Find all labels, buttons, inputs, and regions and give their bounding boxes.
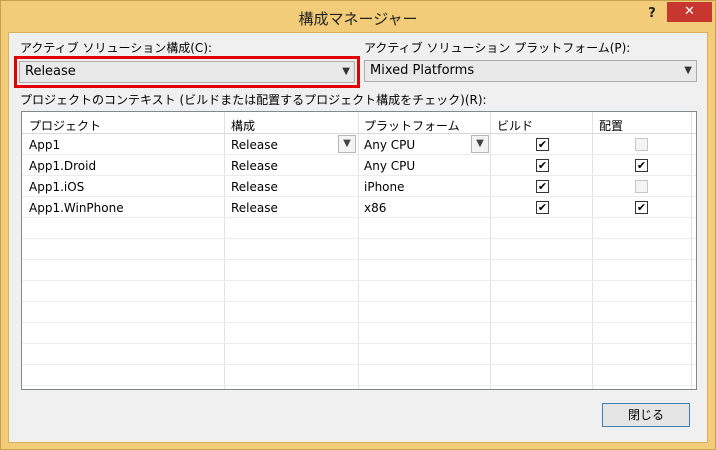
build-checkbox[interactable]: ✔ — [536, 201, 549, 214]
title-bar[interactable]: 構成マネージャー ? ✕ — [1, 1, 715, 33]
dialog-title: 構成マネージャー — [298, 10, 418, 28]
build-checkbox[interactable]: ✔ — [536, 159, 549, 172]
row-platform[interactable]: Any CPU — [364, 159, 415, 173]
help-button[interactable]: ? — [641, 4, 663, 24]
row-platform[interactable]: Any CPU — [364, 138, 415, 152]
row-project: App1.Droid — [29, 159, 97, 173]
row-platform[interactable]: x86 — [364, 201, 386, 215]
build-checkbox[interactable]: ✔ — [536, 138, 549, 151]
project-context-label: プロジェクトのコンテキスト (ビルドまたは配置するプロジェクト構成をチェック)(… — [20, 93, 487, 107]
active-config-select[interactable]: Release ▼ — [19, 61, 355, 83]
active-config-label: アクティブ ソリューション構成(C): — [20, 41, 213, 55]
column-header-project[interactable]: プロジェクト — [29, 117, 101, 134]
active-platform-select[interactable]: Mixed Platforms ▼ — [364, 60, 697, 82]
active-config-value: Release — [25, 64, 76, 79]
row-platform[interactable]: iPhone — [364, 180, 405, 194]
chevron-down-icon: ▼ — [342, 66, 350, 77]
active-platform-value: Mixed Platforms — [370, 63, 475, 78]
deploy-checkbox — [635, 138, 648, 151]
column-header-build[interactable]: ビルド — [497, 117, 533, 134]
row-project: App1 — [29, 138, 61, 152]
chevron-down-icon[interactable]: ▼ — [471, 135, 489, 153]
column-header-deploy[interactable]: 配置 — [599, 117, 623, 134]
deploy-checkbox[interactable]: ✔ — [635, 159, 648, 172]
chevron-down-icon[interactable]: ▼ — [338, 135, 356, 153]
row-project: App1.iOS — [29, 180, 85, 194]
row-config[interactable]: Release — [231, 201, 278, 215]
deploy-checkbox — [635, 180, 648, 193]
configuration-manager-dialog: 構成マネージャー ? ✕ アクティブ ソリューション構成(C): Release… — [0, 0, 716, 450]
row-config[interactable]: Release — [231, 138, 278, 152]
column-header-platform[interactable]: プラットフォーム — [364, 117, 460, 134]
row-project: App1.WinPhone — [29, 201, 124, 215]
chevron-down-icon: ▼ — [684, 65, 692, 76]
project-context-grid: プロジェクト 構成 プラットフォーム ビルド 配置 App1 Release ▼… — [21, 111, 697, 390]
window-close-button[interactable]: ✕ — [667, 2, 712, 22]
build-checkbox[interactable]: ✔ — [536, 180, 549, 193]
row-config[interactable]: Release — [231, 180, 278, 194]
dialog-body: アクティブ ソリューション構成(C): Release ▼ アクティブ ソリュー… — [8, 32, 708, 443]
close-button[interactable]: 閉じる — [602, 403, 690, 427]
column-header-config[interactable]: 構成 — [231, 117, 255, 134]
deploy-checkbox[interactable]: ✔ — [635, 201, 648, 214]
row-config[interactable]: Release — [231, 159, 278, 173]
active-platform-label: アクティブ ソリューション プラットフォーム(P): — [364, 41, 631, 55]
